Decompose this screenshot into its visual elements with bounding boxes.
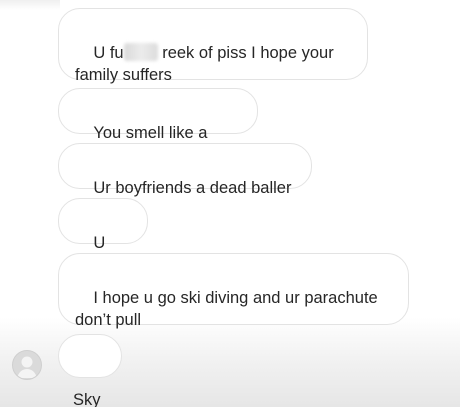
message-text-part-1: U fu — [93, 44, 124, 62]
message-bubble-2[interactable]: You smell like a Baka — [58, 88, 258, 164]
message-text: Sky — [73, 391, 101, 407]
message-bubble-1[interactable]: U fu reek of piss I hope your family suf… — [58, 8, 368, 84]
message-bubble-4[interactable]: U nerd — [58, 198, 148, 274]
message-bubble-5[interactable]: I hope u go ski diving and ur parachute … — [58, 253, 409, 329]
message-text: I hope u go ski diving and ur parachute … — [75, 289, 378, 329]
redacted-word — [123, 43, 158, 61]
sender-avatar[interactable] — [12, 350, 42, 380]
chat-thread: U fu reek of piss I hope your family suf… — [0, 0, 460, 407]
message-text: Ur boyfriends a dead baller — [93, 179, 292, 197]
default-user-avatar-icon — [17, 356, 37, 378]
message-bubble-6[interactable]: Sky — [58, 334, 122, 407]
message-bubble-3[interactable]: Ur boyfriends a dead baller — [58, 143, 312, 197]
top-shadow — [0, 0, 60, 10]
